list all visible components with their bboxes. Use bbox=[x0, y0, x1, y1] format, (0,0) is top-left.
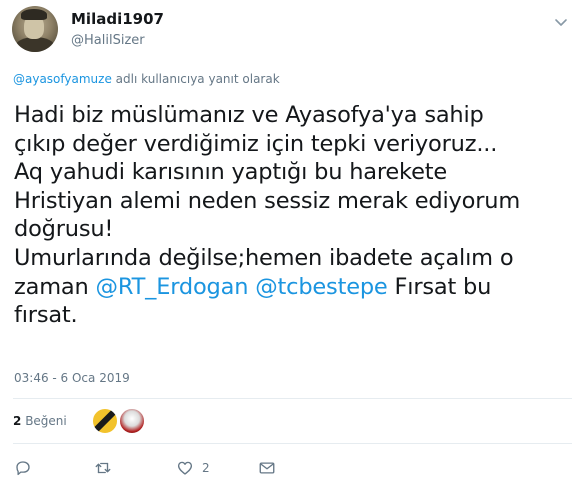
tweet-text: Hadi biz müslümanız ve Ayasofya'ya sahip… bbox=[14, 101, 579, 330]
tweet-timestamp[interactable]: 03:46 - 6 Oca 2019 bbox=[14, 371, 130, 385]
reply-button[interactable] bbox=[14, 457, 32, 479]
avatar-hat-shape bbox=[21, 9, 47, 20]
retweet-button[interactable] bbox=[94, 457, 112, 479]
tweet-line: zaman @RT_Erdogan @tcbestepe Fırsat bu bbox=[14, 273, 579, 302]
like-button[interactable]: 2 bbox=[176, 457, 210, 479]
divider bbox=[13, 443, 572, 444]
tweet-line: doğrusu! bbox=[14, 216, 114, 243]
author-handle[interactable]: @HalilSizer bbox=[71, 33, 145, 48]
author-display-name[interactable]: Miladi1907 bbox=[71, 10, 164, 28]
tweet-actions: 2 bbox=[0, 455, 585, 483]
tweet-line: Umurlarında değilse;hemen ibadete açalım… bbox=[14, 244, 514, 271]
tweet-line: Hristiyan alemi neden sessiz merak ediyo… bbox=[14, 187, 521, 214]
avatar-body-shape bbox=[15, 37, 55, 52]
like-count: 2 bbox=[202, 461, 210, 475]
likes-label: Beğeni bbox=[25, 414, 67, 428]
reply-context-text: adlı kullanıcıya yanıt olarak bbox=[111, 72, 280, 86]
author-avatar[interactable] bbox=[12, 6, 58, 52]
tweet-text-segment: zaman bbox=[14, 273, 96, 300]
retweet-icon bbox=[95, 462, 111, 474]
liker-avatar[interactable] bbox=[92, 408, 118, 434]
liker-avatar[interactable] bbox=[119, 408, 145, 434]
likes-count: 2 bbox=[13, 414, 22, 428]
likes-summary[interactable]: 2 Beğeni bbox=[13, 414, 67, 428]
envelope-icon bbox=[259, 462, 275, 474]
heart-icon bbox=[177, 461, 193, 475]
divider bbox=[13, 398, 572, 399]
tweet-line: Hadi biz müslümanız ve Ayasofya'ya sahip bbox=[14, 102, 484, 128]
direct-message-button[interactable] bbox=[258, 457, 276, 479]
mention-link-rt-erdogan[interactable]: @RT_Erdogan bbox=[96, 274, 249, 300]
tweet-line: Aq yahudi karısının yaptığı bu harekete bbox=[14, 159, 447, 186]
reply-mention-link[interactable]: @ayasofyamuze bbox=[13, 72, 112, 86]
tweet-text-segment: Fırsat bu bbox=[387, 273, 492, 300]
tweet-line: fırsat. bbox=[14, 302, 78, 329]
reply-context: @ayasofyamuze adlı kullanıcıya yanıt ola… bbox=[13, 72, 280, 86]
reply-icon bbox=[16, 461, 30, 476]
mention-link-tcbestepe[interactable]: @tcbestepe bbox=[255, 274, 388, 300]
chevron-down-icon[interactable] bbox=[553, 14, 569, 30]
tweet-line: çıkıp değer verdiğimiz için tepki veriyo… bbox=[14, 130, 498, 157]
